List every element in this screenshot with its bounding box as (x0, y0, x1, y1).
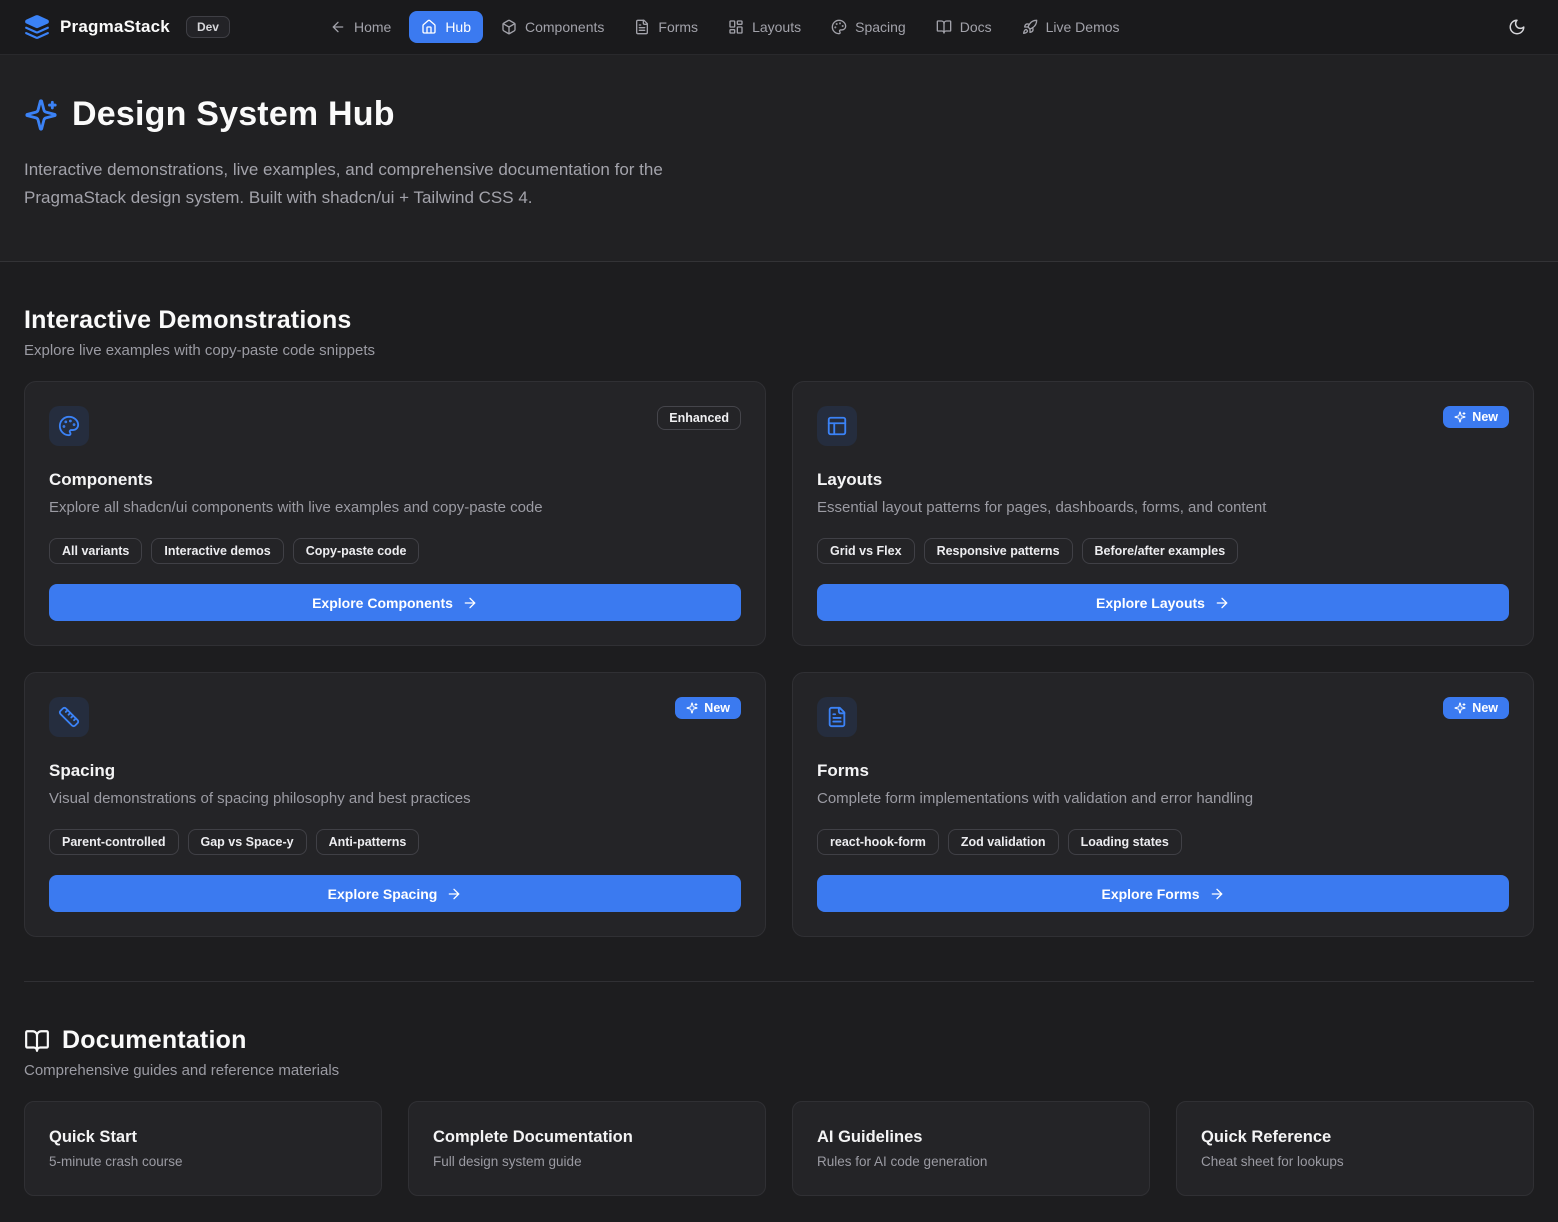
doc-card-title: Quick Reference (1201, 1128, 1509, 1147)
palette-icon (49, 406, 89, 446)
nav-item-spacing[interactable]: Spacing (819, 11, 918, 43)
book-open-icon (936, 19, 952, 35)
tag: Parent-controlled (49, 829, 179, 855)
demo-card-grid: Enhanced Components Explore all shadcn/u… (24, 381, 1534, 937)
card-description: Explore all shadcn/ui components with li… (49, 497, 741, 518)
tag-row: Grid vs Flex Responsive patterns Before/… (817, 538, 1509, 564)
tag: Gap vs Space-y (188, 829, 307, 855)
card-title: Spacing (49, 761, 741, 781)
card-description: Complete form implementations with valid… (817, 788, 1509, 809)
tag-row: All variants Interactive demos Copy-past… (49, 538, 741, 564)
doc-card-complete-documentation[interactable]: Complete Documentation Full design syste… (408, 1101, 766, 1196)
sparkles-icon (1454, 411, 1466, 423)
nav-item-forms[interactable]: Forms (622, 11, 710, 43)
file-text-icon (634, 19, 650, 35)
explore-components-button[interactable]: Explore Components (49, 584, 741, 621)
nav-item-components[interactable]: Components (489, 11, 616, 43)
tag: Copy-paste code (293, 538, 420, 564)
doc-card-title: Quick Start (49, 1128, 357, 1147)
main-content: Interactive Demonstrations Explore live … (0, 262, 1558, 1222)
arrow-left-icon (330, 19, 346, 35)
nav-item-live-demos[interactable]: Live Demos (1010, 11, 1132, 43)
doc-card-ai-guidelines[interactable]: AI Guidelines Rules for AI code generati… (792, 1101, 1150, 1196)
demo-card-spacing: New Spacing Visual demonstrations of spa… (24, 672, 766, 937)
tag: Before/after examples (1082, 538, 1239, 564)
arrow-right-icon (1209, 886, 1225, 902)
demos-section-head: Interactive Demonstrations Explore live … (24, 262, 1534, 359)
ruler-icon (49, 697, 89, 737)
tag: Zod validation (948, 829, 1059, 855)
card-description: Essential layout patterns for pages, das… (817, 497, 1509, 518)
arrow-right-icon (1214, 595, 1230, 611)
doc-card-description: Full design system guide (433, 1154, 741, 1169)
panels-layout-icon (817, 406, 857, 446)
explore-spacing-button[interactable]: Explore Spacing (49, 875, 741, 912)
book-open-icon (24, 1028, 50, 1054)
nav-links: Home Hub Components Forms Layouts (318, 11, 1132, 43)
doc-card-quick-start[interactable]: Quick Start 5-minute crash course (24, 1101, 382, 1196)
tag-row: Parent-controlled Gap vs Space-y Anti-pa… (49, 829, 741, 855)
sparkles-icon (686, 702, 698, 714)
tag-row: react-hook-form Zod validation Loading s… (817, 829, 1509, 855)
moon-icon (1508, 18, 1526, 36)
tag: Responsive patterns (924, 538, 1073, 564)
new-badge: New (1443, 697, 1509, 719)
file-text-icon (817, 697, 857, 737)
brand: PragmaStack Dev (24, 14, 230, 40)
explore-forms-button[interactable]: Explore Forms (817, 875, 1509, 912)
doc-card-description: Cheat sheet for lookups (1201, 1154, 1509, 1169)
brand-name: PragmaStack (60, 17, 170, 37)
enhanced-badge: Enhanced (657, 406, 741, 430)
home-icon (421, 19, 437, 35)
hero-section: Design System Hub Interactive demonstrat… (0, 55, 1558, 262)
page-title: Design System Hub (72, 95, 395, 134)
new-badge: New (1443, 406, 1509, 428)
doc-card-description: Rules for AI code generation (817, 1154, 1125, 1169)
sparkles-icon (24, 98, 58, 132)
doc-card-title: AI Guidelines (817, 1128, 1125, 1147)
tag: react-hook-form (817, 829, 939, 855)
theme-toggle-button[interactable] (1500, 10, 1534, 44)
nav-item-hub[interactable]: Hub (409, 11, 483, 43)
card-title: Layouts (817, 470, 1509, 490)
tag: Interactive demos (151, 538, 283, 564)
docs-subheading: Comprehensive guides and reference mater… (24, 1062, 1534, 1079)
demos-heading: Interactive Demonstrations (24, 306, 1534, 335)
sparkles-icon (1454, 702, 1466, 714)
layout-dashboard-icon (728, 19, 744, 35)
card-title: Components (49, 470, 741, 490)
arrow-right-icon (446, 886, 462, 902)
tag: Loading states (1068, 829, 1182, 855)
page-description: Interactive demonstrations, live example… (24, 156, 769, 211)
demo-card-forms: New Forms Complete form implementations … (792, 672, 1534, 937)
explore-layouts-button[interactable]: Explore Layouts (817, 584, 1509, 621)
tag: Grid vs Flex (817, 538, 915, 564)
tag: All variants (49, 538, 142, 564)
tag: Anti-patterns (316, 829, 420, 855)
demos-subheading: Explore live examples with copy-paste co… (24, 342, 1534, 359)
demo-card-layouts: New Layouts Essential layout patterns fo… (792, 381, 1534, 646)
navbar: PragmaStack Dev Home Hub Components Fo (0, 0, 1558, 55)
nav-item-layouts[interactable]: Layouts (716, 11, 813, 43)
nav-item-home[interactable]: Home (318, 11, 403, 43)
doc-card-quick-reference[interactable]: Quick Reference Cheat sheet for lookups (1176, 1101, 1534, 1196)
doc-card-title: Complete Documentation (433, 1128, 741, 1147)
doc-card-grid: Quick Start 5-minute crash course Comple… (24, 1101, 1534, 1196)
card-description: Visual demonstrations of spacing philoso… (49, 788, 741, 809)
demo-card-components: Enhanced Components Explore all shadcn/u… (24, 381, 766, 646)
layers-logo-icon (24, 14, 50, 40)
palette-icon (831, 19, 847, 35)
arrow-right-icon (462, 595, 478, 611)
env-badge: Dev (186, 16, 230, 38)
card-title: Forms (817, 761, 1509, 781)
nav-item-docs[interactable]: Docs (924, 11, 1004, 43)
rocket-icon (1022, 19, 1038, 35)
doc-card-description: 5-minute crash course (49, 1154, 357, 1169)
docs-section-head: Documentation Comprehensive guides and r… (24, 982, 1534, 1079)
box-icon (501, 19, 517, 35)
new-badge: New (675, 697, 741, 719)
docs-heading: Documentation (24, 1026, 1534, 1055)
